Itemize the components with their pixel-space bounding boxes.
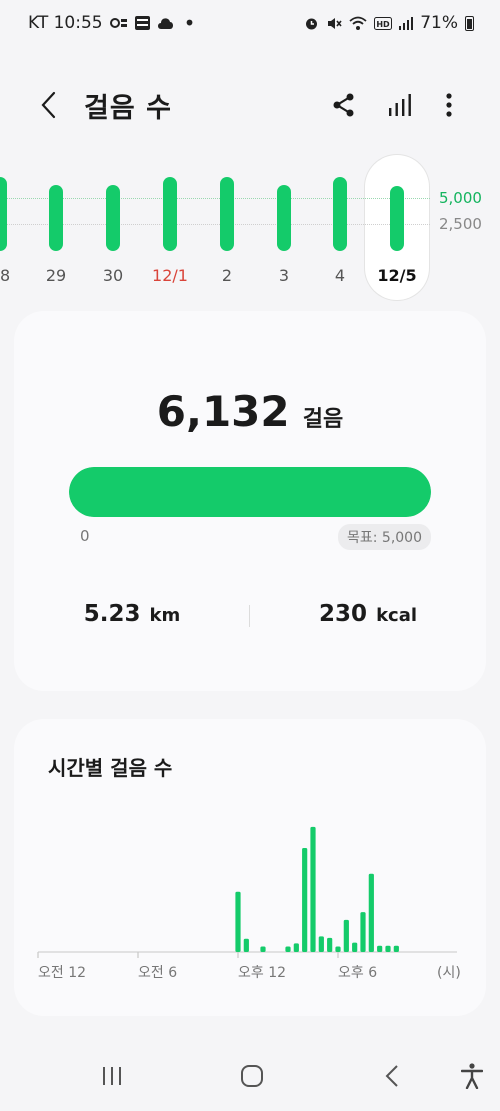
day-label[interactable]: 2 [202,266,252,285]
distance-value: 5.23 [83,601,141,627]
day-bar[interactable] [106,185,120,251]
day-bar[interactable] [390,185,404,251]
hourly-bar[interactable] [260,946,266,952]
steps-unit: 걸음 [302,407,344,432]
x-tick-label: 오후 12 [238,965,286,981]
hourly-bar[interactable] [327,937,333,952]
hourly-bar[interactable] [352,942,358,952]
gallery-icon [134,16,150,30]
back-icon [385,1065,398,1087]
day-bar[interactable] [49,185,63,251]
goal-chip[interactable]: 목표: 5,000 [337,524,431,550]
hourly-steps-card: 시간별 걸음 수 오전 12 오전 6 오후 12 오후 6 (시) [14,719,486,1016]
accessibility-icon [461,1063,483,1089]
status-left: KT 10:55 • [28,13,195,33]
recent-apps-icon [103,1067,121,1085]
day-label[interactable]: 30 [88,266,138,285]
cloud-icon [157,18,173,29]
recent-apps-button[interactable] [84,1048,140,1104]
share-button[interactable] [326,82,362,128]
day-bar[interactable] [220,176,234,251]
steps-progress-fill [69,467,431,517]
distance-stat: 5.23 km [14,601,250,627]
goal-line [0,198,430,199]
hourly-bar[interactable] [335,946,341,952]
day-label[interactable]: 3 [259,266,309,285]
x-tick-label: 오전 12 [38,965,86,981]
mute-icon [328,17,342,29]
stats-row: 5.23 km 230 kcal [14,601,486,637]
bar-chart-icon [389,94,411,116]
hourly-bar[interactable] [302,847,308,952]
goal-line-label: 5,000 [439,189,482,207]
signal-icon [399,17,414,30]
share-icon [333,93,354,117]
hourly-bar[interactable] [360,912,366,952]
app-header: 걸음 수 [0,80,500,130]
calories-value: 230 [318,601,367,627]
steps-summary-card: 6,132 걸음 0 목표: 5,000 5.23 km 230 kcal [14,311,486,691]
hourly-bar[interactable] [377,945,383,952]
day-bar[interactable] [277,185,291,251]
accessibility-button[interactable] [444,1048,500,1104]
back-chevron-icon [41,91,56,119]
hourly-steps-chart: 오전 12 오전 6 오후 12 오후 6 (시) [37,826,461,981]
day-label[interactable]: 28 [0,266,25,285]
hourly-bar[interactable] [235,891,241,952]
system-nav-bar [0,1048,500,1108]
hd-icon: HD [374,16,393,30]
page-title: 걸음 수 [84,92,172,124]
more-options-button[interactable] [431,82,467,128]
svg-text:HD: HD [377,20,391,29]
notification-dot-icon [109,18,127,28]
hourly-bar[interactable] [343,919,349,952]
x-tick-label: 오후 6 [338,965,377,981]
nav-back-button[interactable] [364,1048,420,1104]
day-label[interactable]: 12/5 [372,266,422,285]
hourly-bar[interactable] [310,826,316,952]
more-vert-icon [446,93,452,117]
more-dot-icon: • [183,11,196,35]
steps-progress-bar [69,467,431,517]
battery-percent: 71% [420,13,458,33]
day-bar[interactable] [0,176,7,251]
day-bar[interactable] [333,176,347,251]
day-label[interactable]: 4 [315,266,365,285]
hourly-bar[interactable] [243,938,249,952]
chart-view-button[interactable] [382,82,418,128]
hourly-bar[interactable] [393,945,399,952]
hourly-bar[interactable] [285,946,291,952]
x-tick-label: 오전 6 [138,965,177,981]
half-goal-line [0,224,430,225]
steps-total: 6,132 걸음 [14,387,486,436]
day-bar[interactable] [163,176,177,251]
battery-icon [465,15,474,31]
hourly-bar[interactable] [368,873,374,952]
progress-zero-label: 0 [80,527,90,545]
back-button[interactable] [30,82,66,128]
x-unit-label: (시) [437,965,461,981]
distance-unit: km [149,605,181,626]
wifi-icon [349,16,367,30]
day-label[interactable]: 29 [31,266,81,285]
calories-unit: kcal [376,605,418,626]
steps-value: 6,132 [156,387,290,436]
weekly-steps-strip: 5,000 2,500 28 29 30 12/1 234 12/5 [0,150,500,300]
calories-stat: 230 kcal [250,601,486,627]
hourly-bar[interactable] [385,945,391,952]
day-label[interactable]: 12/1 [145,266,195,285]
half-goal-line-label: 2,500 [439,215,482,233]
hourly-bar[interactable] [293,943,299,952]
home-icon [241,1065,263,1087]
hourly-bar[interactable] [318,936,324,952]
home-button[interactable] [224,1048,280,1104]
status-bar: KT 10:55 • HD 71% [0,0,500,46]
carrier-time: KT 10:55 [28,13,103,33]
status-right: HD 71% [304,13,474,33]
alarm-icon [306,18,318,29]
